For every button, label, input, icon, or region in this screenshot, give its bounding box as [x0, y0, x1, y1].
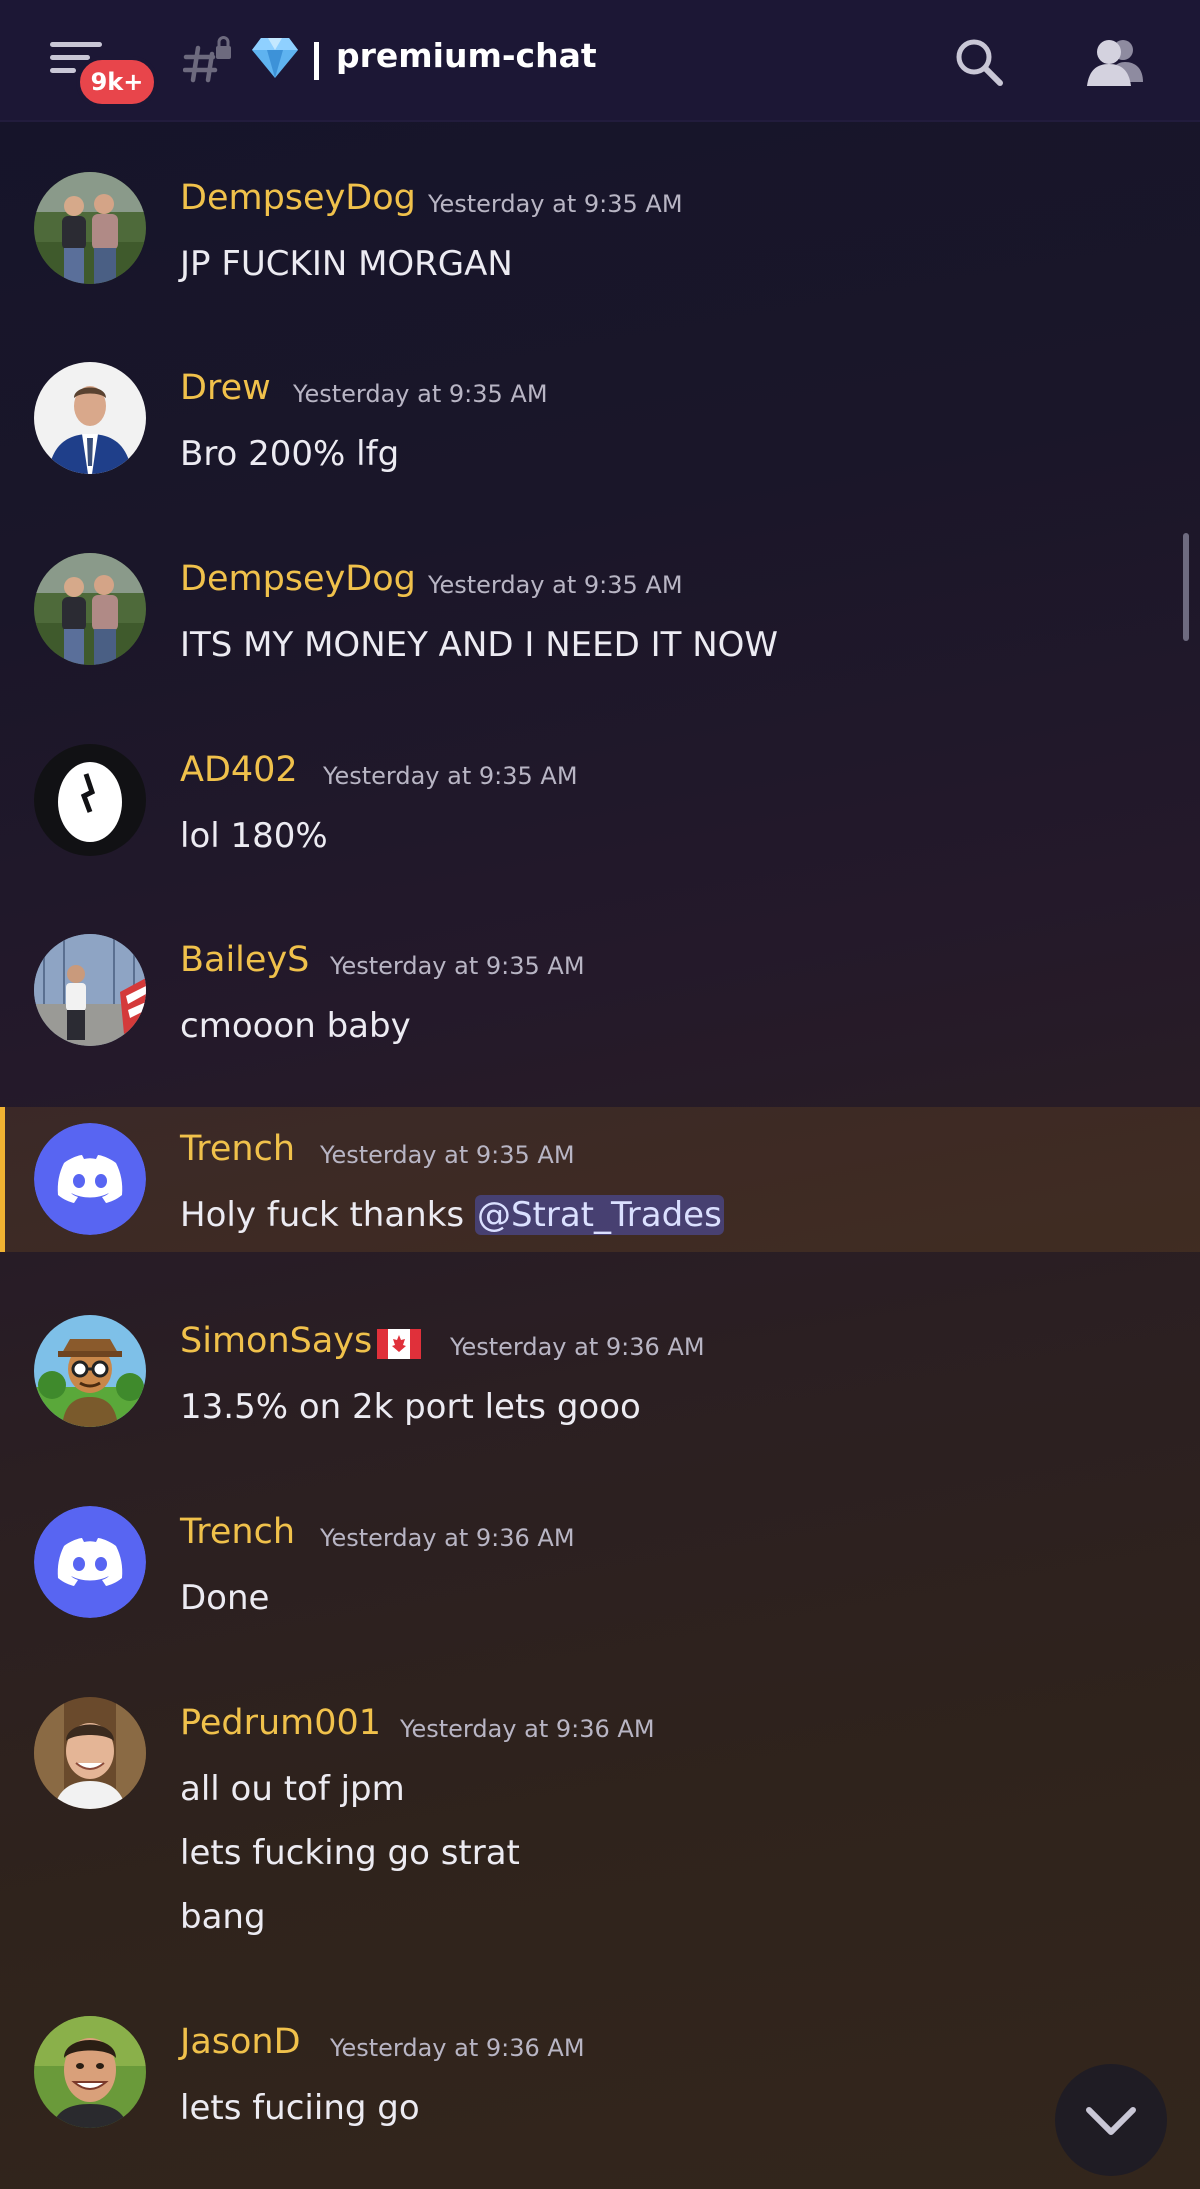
username[interactable]: BaileyS — [180, 940, 309, 980]
avatar[interactable] — [34, 172, 146, 284]
scrollbar-thumb[interactable] — [1183, 533, 1189, 641]
message-item[interactable]: Trench Yesterday at 9:36 AM Done — [0, 1494, 1200, 1644]
message-item-highlighted[interactable]: Trench Yesterday at 9:35 AM Holy fuck th… — [0, 1107, 1200, 1252]
timestamp: Yesterday at 9:35 AM — [428, 190, 683, 218]
message-text: all ou tof jpm — [180, 1769, 405, 1809]
message-text: bang — [180, 1897, 266, 1937]
username[interactable]: DempseyDog — [180, 559, 416, 599]
username[interactable]: AD402 — [180, 750, 298, 790]
avatar[interactable] — [34, 1506, 146, 1618]
avatar[interactable] — [34, 744, 146, 856]
channel-name[interactable]: premium-chat — [336, 36, 597, 75]
avatar[interactable] — [34, 1123, 146, 1235]
message-item[interactable]: DempseyDog Yesterday at 9:35 AM JP FUCKI… — [0, 160, 1200, 310]
channel-header: 9k+ premium-chat — [0, 0, 1200, 122]
message-text: 13.5% on 2k port lets gooo — [180, 1387, 641, 1427]
message-item[interactable]: BaileyS Yesterday at 9:35 AM cmooon baby — [0, 922, 1200, 1072]
avatar[interactable] — [34, 553, 146, 665]
message-item[interactable]: Pedrum001 Yesterday at 9:36 AM all ou to… — [0, 1685, 1200, 1945]
locked-channel-icon — [183, 36, 231, 83]
message-item[interactable]: AD402 Yesterday at 9:35 AM lol 180% — [0, 732, 1200, 882]
message-item[interactable]: Drew Yesterday at 9:35 AM Bro 200% lfg — [0, 350, 1200, 500]
username[interactable]: Drew — [180, 368, 271, 408]
message-text: ITS MY MONEY AND I NEED IT NOW — [180, 625, 779, 665]
timestamp: Yesterday at 9:36 AM — [330, 2034, 585, 2062]
avatar[interactable] — [34, 1315, 146, 1427]
members-icon[interactable] — [1085, 36, 1145, 88]
message-item[interactable]: SimonSays Yesterday at 9:36 AM 13.5% on … — [0, 1303, 1200, 1453]
message-text: lets fucking go strat — [180, 1833, 520, 1873]
message-text: lol 180% — [180, 816, 328, 856]
timestamp: Yesterday at 9:35 AM — [293, 380, 548, 408]
message-text: Bro 200% lfg — [180, 434, 400, 474]
timestamp: Yesterday at 9:35 AM — [428, 571, 683, 599]
message-text: JP FUCKIN MORGAN — [180, 244, 513, 284]
avatar[interactable] — [34, 1697, 146, 1809]
username[interactable]: JasonD — [180, 2022, 301, 2062]
username[interactable]: DempseyDog — [180, 178, 416, 218]
user-mention[interactable]: @Strat_Trades — [474, 1195, 724, 1235]
chevron-down-icon — [1086, 2107, 1136, 2135]
message-item[interactable]: JasonD Yesterday at 9:36 AM lets fuciing… — [0, 2004, 1200, 2154]
gem-emoji-icon — [252, 38, 298, 78]
timestamp: Yesterday at 9:35 AM — [323, 762, 578, 790]
message-text-prefix: Holy fuck thanks — [180, 1195, 475, 1235]
username[interactable]: SimonSays — [180, 1321, 372, 1361]
timestamp: Yesterday at 9:36 AM — [320, 1524, 575, 1552]
message-item[interactable]: DempseyDog Yesterday at 9:35 AM ITS MY M… — [0, 541, 1200, 691]
unread-badge: 9k+ — [76, 56, 158, 108]
jump-to-bottom-button[interactable] — [1055, 2064, 1167, 2176]
avatar[interactable] — [34, 934, 146, 1046]
username[interactable]: Trench — [180, 1512, 295, 1552]
timestamp: Yesterday at 9:36 AM — [450, 1333, 705, 1361]
search-icon[interactable] — [953, 36, 1005, 88]
message-text: Done — [180, 1578, 270, 1618]
timestamp: Yesterday at 9:36 AM — [400, 1715, 655, 1743]
title-divider — [314, 42, 319, 80]
avatar[interactable] — [34, 362, 146, 474]
username[interactable]: Trench — [180, 1129, 295, 1169]
timestamp: Yesterday at 9:35 AM — [330, 952, 585, 980]
timestamp: Yesterday at 9:35 AM — [320, 1141, 575, 1169]
username[interactable]: Pedrum001 — [180, 1703, 381, 1743]
avatar[interactable] — [34, 2016, 146, 2128]
message-text: Holy fuck thanks @Strat_Trades — [180, 1195, 724, 1235]
canada-flag-icon — [377, 1329, 421, 1359]
message-text: cmooon baby — [180, 1006, 411, 1046]
message-text: lets fuciing go — [180, 2088, 420, 2128]
